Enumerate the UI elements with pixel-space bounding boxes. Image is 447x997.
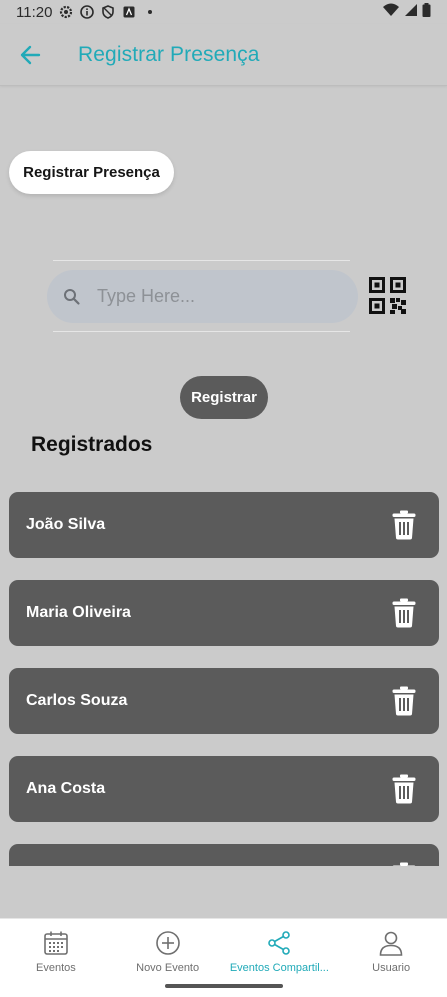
section-chip: Registrar Presença <box>9 151 174 194</box>
back-button[interactable] <box>0 24 60 86</box>
status-left: 11:20 <box>16 4 157 21</box>
nav-label: Novo Evento <box>136 962 200 974</box>
calendar-icon <box>42 929 70 957</box>
signal-icon <box>404 3 418 21</box>
qr-code-scan-button[interactable] <box>368 276 408 316</box>
battery-icon <box>422 3 431 21</box>
settings-status-icon <box>59 5 73 19</box>
nav-item-usuario[interactable]: Usuario <box>335 919 447 997</box>
app-bar: Registrar Presença <box>0 24 447 86</box>
attendee-name: João Silva <box>26 516 106 533</box>
home-indicator <box>165 984 283 988</box>
search-divider-top <box>53 260 350 261</box>
attendee-name: Carlos Souza <box>26 692 128 709</box>
status-bar: 11:20 <box>0 0 447 24</box>
app-status-icon <box>122 5 136 19</box>
info-status-icon <box>80 5 95 19</box>
registered-heading: Registrados <box>31 433 153 456</box>
user-icon <box>377 929 405 957</box>
wifi-icon <box>382 3 400 21</box>
trash-icon <box>392 686 416 716</box>
list-item: Ana Costa <box>9 756 439 822</box>
trash-icon <box>392 598 416 628</box>
delete-button[interactable] <box>390 509 418 541</box>
list-item <box>9 844 439 866</box>
delete-button[interactable] <box>390 685 418 717</box>
delete-button[interactable] <box>390 597 418 629</box>
trash-icon <box>392 862 416 866</box>
share-icon <box>265 929 293 957</box>
delete-button[interactable] <box>390 861 418 866</box>
qr-code-icon <box>369 277 406 314</box>
attendee-name: Maria Oliveira <box>26 604 131 621</box>
trash-icon <box>392 510 416 540</box>
plus-circle-icon <box>154 929 182 957</box>
search-input[interactable] <box>97 270 358 323</box>
status-time: 11:20 <box>16 3 53 21</box>
list-item: Carlos Souza <box>9 668 439 734</box>
arrow-left-icon <box>20 45 41 64</box>
dot-status-icon <box>143 5 157 19</box>
list-item: Maria Oliveira <box>9 580 439 646</box>
search-divider-bottom <box>53 331 350 332</box>
register-button[interactable]: Registrar <box>180 376 268 419</box>
nav-label: Eventos <box>36 962 76 974</box>
status-right <box>382 3 431 21</box>
list-item: João Silva <box>9 492 439 558</box>
delete-button[interactable] <box>390 773 418 805</box>
page-title: Registrar Presença <box>78 42 260 66</box>
nav-label: Eventos Compartil... <box>229 962 329 974</box>
registered-list[interactable]: João Silva Maria Oliveira Carlos Souza A… <box>9 492 439 866</box>
shield-status-icon <box>101 5 115 19</box>
nav-item-eventos[interactable]: Eventos <box>0 919 112 997</box>
trash-icon <box>392 774 416 804</box>
search-bar[interactable] <box>47 270 358 323</box>
nav-label: Usuario <box>372 962 411 974</box>
search-icon <box>47 270 97 323</box>
attendee-name: Ana Costa <box>26 780 106 797</box>
